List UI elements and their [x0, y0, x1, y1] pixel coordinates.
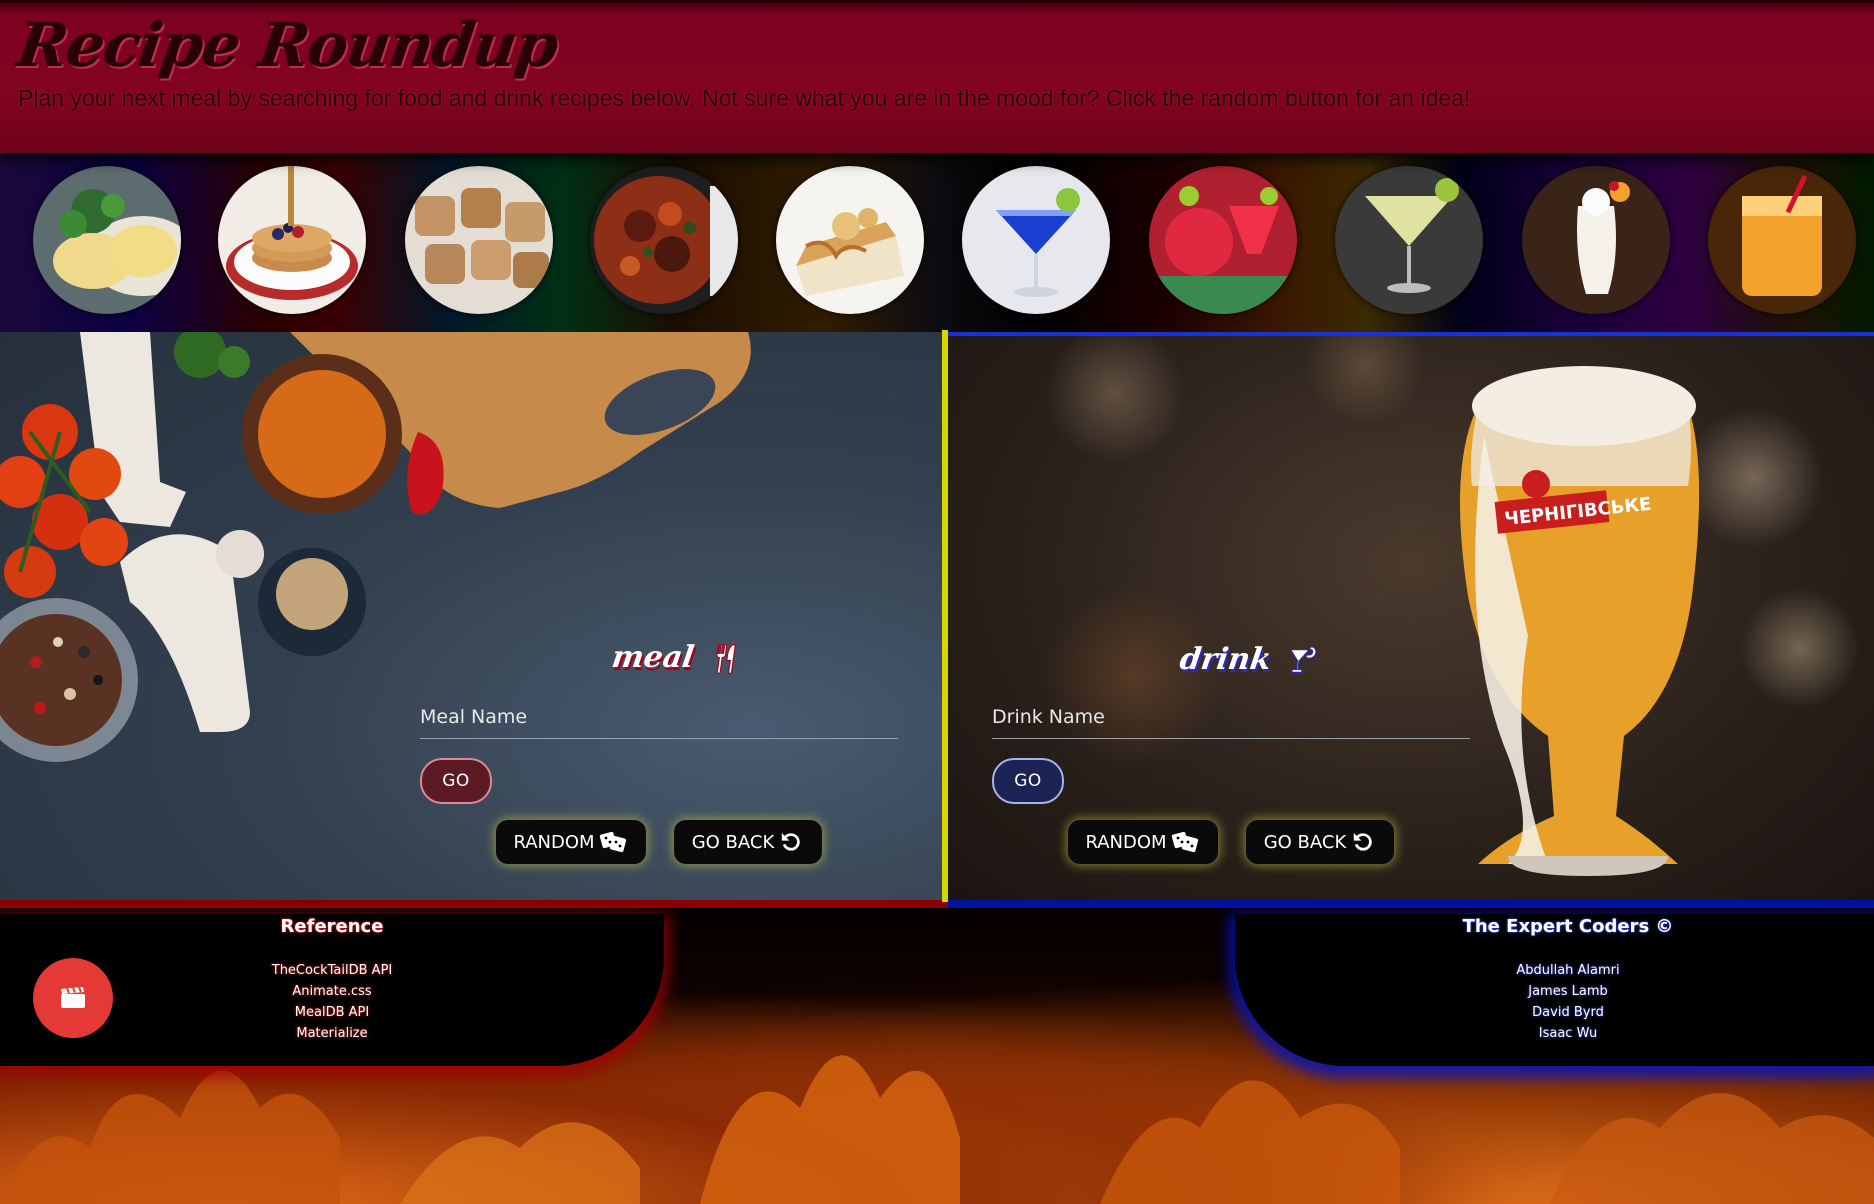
carousel-item-stew[interactable] [590, 166, 738, 314]
credits-list: Abdullah Alamri James Lamb David Byrd Is… [1235, 960, 1874, 1044]
drink-go-back-button[interactable]: GO BACK [1246, 820, 1394, 864]
undo-icon [782, 833, 801, 851]
meal-go-button[interactable]: GO [420, 758, 492, 804]
carousel-item-blue-martini[interactable] [962, 166, 1110, 314]
meal-random-label: RANDOM [513, 831, 595, 853]
carousel-item-pancakes[interactable] [218, 166, 366, 314]
fork-knife-icon [716, 644, 737, 674]
meal-name-field [420, 702, 898, 739]
carousel-item-cookies[interactable] [405, 166, 553, 314]
omelette-photo [33, 166, 181, 314]
dice-icon [599, 831, 626, 853]
carousel-item-orange-cocktail[interactable] [1708, 166, 1856, 314]
drink-go-button[interactable]: GO [992, 758, 1064, 804]
carousel-item-cheesecake[interactable] [776, 166, 924, 314]
meal-panel: meal [0, 332, 942, 900]
drink-heading-label: drink [1177, 642, 1274, 677]
reference-heading: Reference [280, 916, 384, 937]
cheesecake-photo [776, 166, 924, 314]
carousel-item-margarita[interactable] [1335, 166, 1483, 314]
ingredients-background-photo [0, 332, 751, 762]
pina-colada-photo [1522, 166, 1670, 314]
credits-heading: The Expert Coders © [1462, 916, 1674, 937]
page-title: Recipe Roundup [13, 11, 562, 81]
credits-item: Abdullah Alamri [1516, 963, 1620, 978]
orange-cocktail-photo [1708, 166, 1856, 314]
cocktail-icon [1289, 646, 1317, 673]
page-subtitle: Plan your next meal by searching for foo… [18, 85, 1471, 111]
panel-divider [942, 330, 948, 902]
margarita-photo [1335, 166, 1483, 314]
drink-panel: ЧЕРНІГІВСЬКЕ drink [948, 332, 1874, 904]
credits-card: The Expert Coders © Abdullah Alamri Jame… [1235, 914, 1874, 1066]
drink-name-field [992, 702, 1470, 739]
drink-panel-border [948, 900, 1874, 908]
blue-martini-photo [962, 166, 1110, 314]
carousel-item-red-cocktail[interactable] [1149, 166, 1297, 314]
red-cocktail-photo [1149, 166, 1297, 314]
carousel-item-pina-colada[interactable] [1522, 166, 1670, 314]
meal-go-back-button[interactable]: GO BACK [674, 820, 822, 864]
dice-icon [1171, 831, 1198, 853]
meal-name-input[interactable] [420, 702, 898, 739]
meal-heading-label: meal [609, 640, 697, 675]
movie-clapper-icon [61, 987, 85, 1008]
credits-item: Isaac Wu [1538, 1026, 1598, 1041]
drink-heading: drink [1177, 642, 1321, 678]
drink-random-label: RANDOM [1085, 831, 1167, 853]
meal-panel-border [0, 900, 948, 908]
pancakes-photo [218, 166, 366, 314]
meal-go-back-label: GO BACK [691, 831, 775, 853]
drink-name-input[interactable] [992, 702, 1470, 739]
carousel-item-omelette[interactable] [33, 166, 181, 314]
recipe-carousel [0, 150, 1874, 336]
drink-random-button[interactable]: RANDOM [1068, 820, 1218, 864]
video-fab-button[interactable] [33, 958, 113, 1038]
credits-item: David Byrd [1532, 1005, 1604, 1020]
credits-item: James Lamb [1528, 984, 1608, 999]
undo-icon [1354, 833, 1373, 851]
header: Recipe Roundup Plan your next meal by se… [0, 0, 1874, 153]
meal-random-button[interactable]: RANDOM [496, 820, 646, 864]
beer-background-photo: ЧЕРНІГІВСЬКЕ [1460, 366, 1700, 876]
meal-heading: meal [609, 640, 744, 676]
stew-photo [590, 166, 738, 314]
drink-go-back-label: GO BACK [1263, 831, 1347, 853]
cookies-photo [405, 166, 553, 314]
